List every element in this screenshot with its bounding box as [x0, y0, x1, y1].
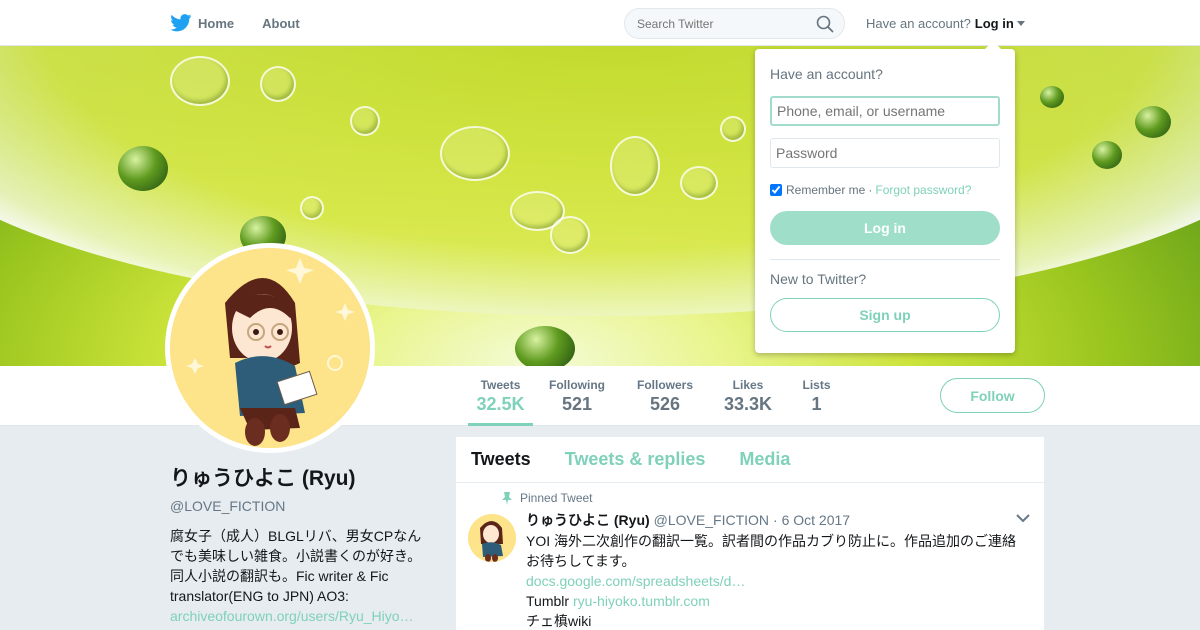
pinned-tweet[interactable]: Pinned Tweet りゅうひよこ (Ryu) @LOVE_FICTION …	[456, 483, 1044, 630]
login-dropdown-toggle[interactable]: Log in	[975, 16, 1025, 31]
stat-label: Following	[549, 378, 605, 392]
profile-handle[interactable]: @LOVE_FICTION	[170, 498, 430, 514]
stat-label: Lists	[802, 378, 831, 392]
banner-droplet	[1040, 86, 1064, 108]
stat-label: Followers	[636, 378, 693, 392]
banner-bubble	[300, 196, 324, 220]
avatar-illustration	[170, 248, 370, 448]
caret-down-icon	[1016, 21, 1025, 26]
stat-lists[interactable]: Lists 1	[800, 378, 833, 415]
stat-value: 33.3K	[723, 394, 773, 414]
separator-dot: ·	[868, 183, 873, 197]
tab-media[interactable]: Media	[739, 449, 790, 470]
banner-bubble	[680, 166, 718, 200]
login-toggle-label: Log in	[974, 16, 1014, 31]
nav-left: Home About	[170, 0, 328, 46]
login-button[interactable]: Log in	[770, 211, 1000, 245]
username-input[interactable]	[770, 96, 1000, 126]
dropdown-divider	[770, 259, 1000, 260]
tumblr-prefix: Tumblr	[526, 593, 570, 609]
tab-tweets-replies[interactable]: Tweets & replies	[565, 449, 706, 470]
login-dropdown: Have an account? Remember me · Forgot pa…	[755, 41, 1015, 353]
stat-value: 1	[811, 394, 822, 414]
remember-me-checkbox[interactable]	[770, 184, 782, 196]
stat-following[interactable]: Following 521	[545, 378, 609, 415]
banner-bubble	[440, 126, 510, 181]
remember-me-label[interactable]: Remember me	[786, 183, 865, 197]
about-label: About	[262, 15, 300, 31]
tweet-avatar[interactable]	[468, 514, 516, 562]
tweet-body: YOI 海外二次創作の翻訳一覧。訳者間の作品カブり防止に。作品追加のご連絡お待ち…	[526, 533, 1017, 569]
follow-button[interactable]: Follow	[940, 378, 1045, 413]
stat-likes[interactable]: Likes 33.3K	[722, 378, 774, 415]
pin-icon	[502, 491, 512, 505]
banner-bubble	[350, 106, 380, 136]
banner-bubble	[550, 216, 590, 254]
tumblr-link[interactable]: ryu-hiyoko.tumblr.com	[573, 593, 710, 609]
profile-description: 腐女子（成人）BLGLリバ、男女CPなんでも美味しい雑食。小説書くのが好き。同人…	[170, 526, 430, 626]
tweet-author-name[interactable]: りゅうひよこ (Ryu)	[526, 510, 650, 530]
profile-name: りゅうひよこ (Ryu)	[170, 467, 356, 490]
timeline: Tweets Tweets & replies Media Pinned Twe…	[456, 437, 1044, 630]
signup-button[interactable]: Sign up	[770, 298, 1000, 332]
stat-followers[interactable]: Followers 526	[634, 378, 696, 415]
tweet-author-handle[interactable]: @LOVE_FICTION	[654, 512, 769, 528]
password-input[interactable]	[770, 138, 1000, 168]
dropdown-title: Have an account?	[770, 66, 883, 82]
profile-bio-card: りゅうひよこ (Ryu) @LOVE_FICTION 腐女子（成人）BLGLリバ…	[170, 462, 430, 626]
timeline-tabs: Tweets Tweets & replies Media	[456, 437, 1044, 483]
new-to-twitter-text: New to Twitter?	[770, 271, 867, 287]
have-account-text: Have an account?	[866, 16, 971, 31]
stat-label: Tweets	[480, 378, 521, 392]
stat-label: Likes	[732, 378, 764, 392]
bio-text: 腐女子（成人）BLGLリバ、男女CPなんでも美味しい雑食。小説書くのが好き。同人…	[170, 528, 422, 604]
pinned-label: Pinned Tweet	[520, 491, 593, 505]
stat-tweets[interactable]: Tweets 32.5K	[468, 378, 533, 426]
banner-bubble	[720, 116, 746, 142]
account-area: Have an account? Log in	[866, 16, 1025, 31]
remember-row: Remember me · Forgot password?	[770, 183, 1000, 197]
search-input[interactable]	[625, 9, 805, 38]
tweet-line-tumblr: Tumblr ryu-hiyoko.tumblr.com	[526, 591, 1029, 611]
banner-bubble	[610, 136, 660, 196]
home-link[interactable]: Home	[170, 14, 234, 32]
tweet-avatar-image	[468, 514, 516, 562]
twitter-bird-icon	[170, 14, 192, 32]
banner-droplet	[1092, 141, 1122, 169]
tab-tweets[interactable]: Tweets	[471, 449, 531, 470]
search-icon[interactable]	[816, 15, 834, 33]
pinned-indicator: Pinned Tweet	[502, 491, 1029, 505]
banner-bubble	[260, 66, 296, 102]
top-navigation-bar: Home About Have an account? Log in	[0, 0, 1200, 46]
stat-value: 32.5K	[476, 394, 525, 414]
about-link[interactable]: About	[262, 16, 300, 31]
stat-value: 526	[649, 394, 681, 414]
tweet-header: りゅうひよこ (Ryu) @LOVE_FICTION · 6 Oct 2017	[526, 510, 1029, 530]
banner-droplet	[515, 326, 575, 366]
banner-droplet	[1135, 106, 1171, 138]
bio-link[interactable]: archiveofourown.org/users/Ryu_Hiyo…	[170, 608, 414, 624]
banner-bubble	[170, 56, 230, 106]
tweet-link[interactable]: docs.google.com/spreadsheets/d…	[526, 571, 1029, 591]
chevron-down-icon[interactable]	[1016, 513, 1030, 523]
search-box	[624, 8, 845, 39]
profile-avatar[interactable]	[165, 243, 375, 453]
stat-value: 521	[561, 394, 593, 414]
home-label: Home	[198, 15, 235, 31]
tweet-text: YOI 海外二次創作の翻訳一覧。訳者間の作品カブり防止に。作品追加のご連絡お待ち…	[526, 531, 1029, 630]
avatar-character-image	[170, 248, 370, 448]
forgot-password-link[interactable]: Forgot password?	[875, 183, 971, 197]
tweet-date[interactable]: · 6 Oct 2017	[773, 512, 850, 528]
tweet-line-wiki: チェ槙wiki	[526, 613, 592, 629]
banner-droplet	[118, 146, 168, 191]
